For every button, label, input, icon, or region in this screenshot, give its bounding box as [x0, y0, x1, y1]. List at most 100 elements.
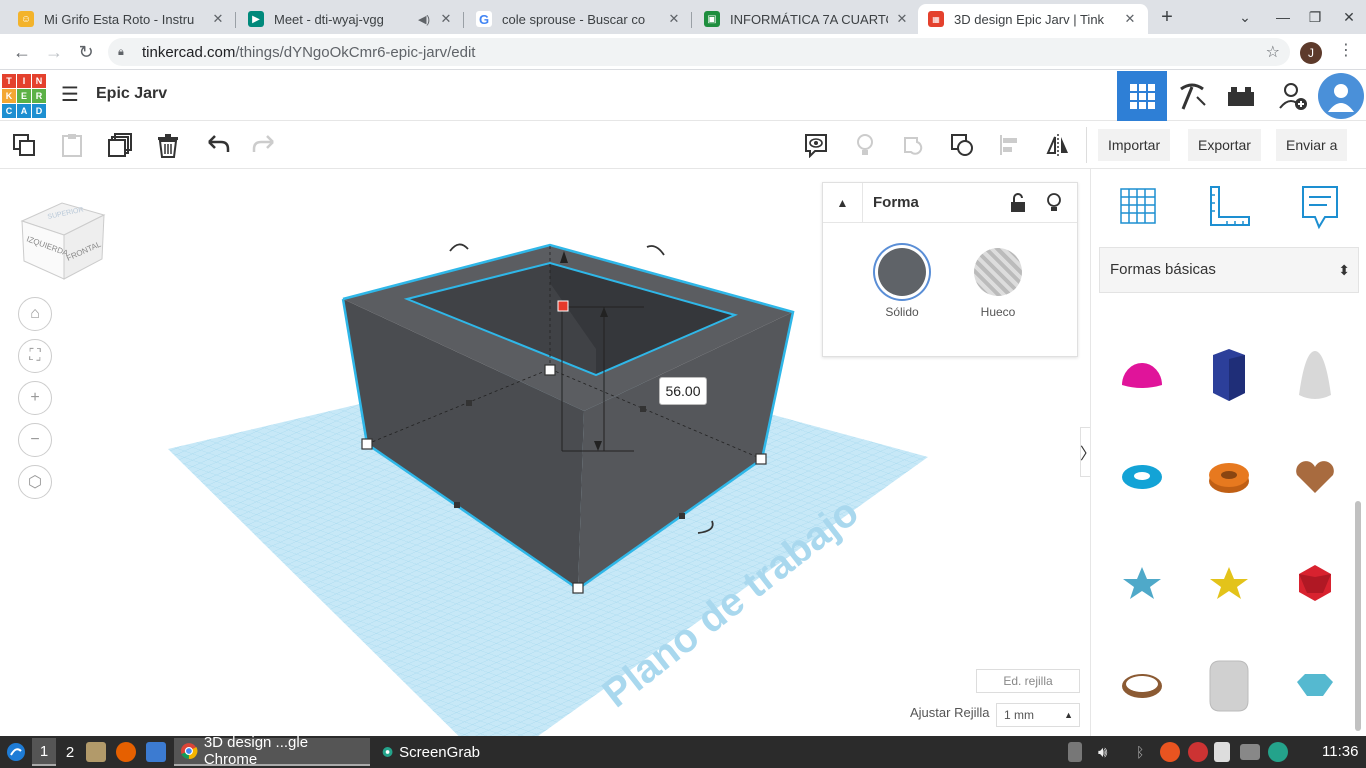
bricks-button[interactable]	[1216, 71, 1266, 121]
minimize-icon[interactable]: —	[1272, 6, 1294, 28]
audio-playing-icon[interactable]: ◀)	[416, 13, 432, 26]
ruler-tool[interactable]	[1203, 181, 1253, 231]
address-bar[interactable]: 🔒︎ tinkercad.com/things/dYNgoOkCmr6-epic…	[108, 38, 1290, 66]
close-tab-icon[interactable]: ✕	[438, 11, 454, 27]
tab-google-search[interactable]: G cole sprouse - Buscar co ✕	[466, 4, 692, 34]
tinkercad-logo[interactable]: T I N K E R C A D	[2, 74, 46, 118]
tab-search-icon[interactable]: ⌄	[1234, 6, 1256, 28]
rotate-handle-icon[interactable]	[646, 245, 665, 256]
workspace-2-button[interactable]: 2	[58, 738, 82, 766]
shape-heart[interactable]	[1285, 447, 1345, 507]
profile-avatar[interactable]: J	[1300, 42, 1322, 64]
shape-half-sphere[interactable]	[1112, 345, 1172, 405]
chrome-window-button[interactable]: 3D design ...gle Chrome	[174, 734, 370, 768]
shape-tube[interactable]	[1199, 447, 1259, 507]
close-tab-icon[interactable]: ✕	[210, 11, 226, 27]
shape-rounded-box[interactable]	[1199, 655, 1259, 715]
side-handle[interactable]	[454, 502, 460, 508]
close-window-icon[interactable]: ✕	[1338, 6, 1360, 28]
invite-user-button[interactable]	[1268, 71, 1318, 121]
view-cube[interactable]: IZQUIERDA FRONTAL SUPERIOR	[18, 191, 108, 283]
user-avatar[interactable]	[1318, 73, 1364, 119]
home-view-button[interactable]: ⌂	[18, 297, 52, 331]
clipboard-icon[interactable]	[1214, 742, 1230, 762]
snap-grid-select[interactable]: 1 mm ▲	[996, 703, 1080, 727]
corner-handle[interactable]	[544, 364, 556, 376]
screengrab-tray-icon[interactable]	[1268, 742, 1288, 762]
design-title[interactable]: Epic Jarv	[96, 85, 167, 103]
screengrab-window-button[interactable]: ScreenGrab	[376, 738, 486, 766]
battery-icon[interactable]	[1068, 742, 1082, 762]
bookmark-star-icon[interactable]: ☆	[1266, 42, 1280, 62]
codeblocks-button[interactable]	[1167, 71, 1217, 121]
notes-button[interactable]	[800, 129, 832, 161]
mirror-button[interactable]	[1042, 129, 1074, 161]
import-button[interactable]: Importar	[1098, 129, 1171, 161]
close-tab-icon[interactable]: ✕	[894, 11, 910, 27]
forward-icon[interactable]: →	[42, 40, 66, 64]
group-button[interactable]	[898, 129, 930, 161]
export-button[interactable]: Exportar	[1188, 129, 1261, 161]
corner-handle[interactable]	[572, 582, 584, 594]
corner-handle[interactable]	[755, 453, 767, 465]
fit-view-button[interactable]: ⛶	[18, 339, 52, 373]
reload-icon[interactable]: ↻	[74, 40, 98, 64]
side-handle[interactable]	[466, 400, 472, 406]
volume-icon[interactable]: 🔊︎	[1098, 736, 1107, 768]
bluetooth-icon[interactable]: ᛒ	[1136, 736, 1144, 768]
tab-classroom[interactable]: ▣ INFORMÁTICA 7A CUARTO ✕	[694, 4, 920, 34]
restore-icon[interactable]: ❐	[1304, 6, 1326, 28]
workspace-1-button[interactable]: 1	[32, 738, 56, 766]
shape-icosahedron[interactable]	[1285, 553, 1345, 613]
zoom-out-button[interactable]: −	[18, 423, 52, 457]
edit-grid-button[interactable]: Ed. rejilla	[976, 669, 1080, 693]
corner-handle[interactable]	[361, 438, 373, 450]
shape-star[interactable]	[1112, 553, 1172, 613]
delete-button[interactable]	[152, 129, 184, 161]
close-tab-icon[interactable]: ✕	[1122, 11, 1138, 27]
sidebar-scroll-thumb[interactable]	[1355, 501, 1361, 731]
chrome-menu-icon[interactable]: ⋮	[1338, 40, 1354, 60]
redo-button[interactable]	[248, 129, 280, 161]
3d-view-button[interactable]	[1117, 71, 1167, 121]
notes-tool[interactable]	[1295, 181, 1345, 231]
hole-swatch[interactable]	[974, 248, 1022, 296]
shape-hexagonal-prism[interactable]	[1199, 345, 1259, 405]
3d-workspace[interactable]: Plano de trabajo IZQUIERDA FRONTAL SUPER…	[0, 169, 1090, 736]
back-icon[interactable]: ←	[10, 40, 34, 64]
shape-library-select[interactable]: Formas básicas ⬍	[1099, 247, 1359, 293]
height-dimension-input[interactable]: 56.00	[659, 377, 707, 405]
shape-gem[interactable]	[1285, 655, 1345, 715]
shape-torus[interactable]	[1112, 447, 1172, 507]
toggle-sidebar-button[interactable]: 〉	[1080, 427, 1090, 477]
send-to-button[interactable]: Enviar a	[1276, 129, 1348, 161]
side-handle[interactable]	[640, 406, 646, 412]
side-handle[interactable]	[679, 513, 685, 519]
show-hidden-button[interactable]	[849, 129, 881, 161]
close-tab-icon[interactable]: ✕	[666, 11, 682, 27]
align-button[interactable]	[994, 129, 1026, 161]
shape-ring[interactable]	[1112, 655, 1172, 715]
ungroup-button[interactable]	[946, 129, 978, 161]
collapse-inspector-button[interactable]: ▲	[823, 183, 863, 223]
file-manager-icon[interactable]	[86, 742, 106, 762]
start-menu-button[interactable]	[6, 736, 26, 768]
taskbar-clock[interactable]: 11:36	[1322, 743, 1358, 760]
rotate-handle-icon[interactable]	[449, 243, 469, 252]
tab-instructables[interactable]: ☺ Mi Grifo Esta Roto - Instru ✕	[8, 4, 236, 34]
new-tab-button[interactable]: +	[1156, 6, 1178, 28]
perspective-button[interactable]: ⬡	[18, 465, 52, 499]
workplane-tool[interactable]	[1113, 181, 1163, 231]
solid-swatch[interactable]	[878, 248, 926, 296]
shape-star-yellow[interactable]	[1199, 553, 1259, 613]
height-handle[interactable]	[557, 300, 569, 312]
tab-meet[interactable]: ▶ Meet - dti-wyaj-vgg ◀) ✕	[238, 4, 464, 34]
update-icon[interactable]	[1160, 742, 1180, 762]
duplicate-button[interactable]	[104, 129, 136, 161]
unlock-icon[interactable]	[1009, 193, 1027, 213]
firefox-icon[interactable]	[116, 742, 136, 762]
undo-button[interactable]	[202, 129, 234, 161]
display-icon[interactable]	[1240, 744, 1260, 760]
copy-button[interactable]	[8, 129, 40, 161]
zoom-in-button[interactable]: +	[18, 381, 52, 415]
